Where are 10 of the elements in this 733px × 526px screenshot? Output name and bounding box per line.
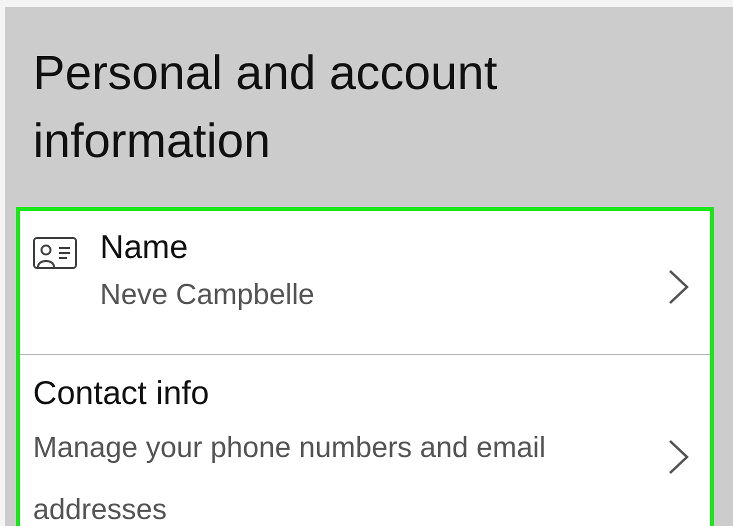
item-title: Contact info bbox=[33, 373, 210, 413]
page-title: Personal and account information bbox=[33, 46, 498, 170]
settings-item[interactable]: Contact info Manage your phone numbers and email addresses bbox=[20, 354, 710, 526]
id-card-icon bbox=[33, 237, 77, 269]
item-detail: Neve Campbelle bbox=[100, 278, 316, 313]
chevron-right-icon bbox=[668, 269, 690, 305]
chevron-right-icon bbox=[668, 439, 690, 475]
item-title: Name bbox=[100, 227, 190, 267]
settings-item[interactable]: Name Neve Campbelle bbox=[20, 211, 710, 354]
item-detail: Manage your phone numbers and email addresses bbox=[33, 431, 547, 526]
